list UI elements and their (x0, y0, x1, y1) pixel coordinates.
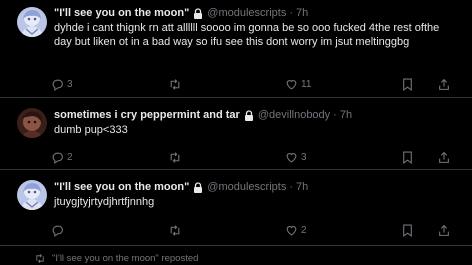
reply-button[interactable]: 2 (51, 149, 73, 165)
separator-dot: · (289, 181, 293, 193)
tweet-actions: 2 3 (0, 149, 472, 165)
tweet-actions: 3 11 (0, 76, 472, 92)
like-count: 2 (301, 224, 307, 236)
handle[interactable]: @devillnobody (258, 109, 330, 121)
dark-avatar-icon (17, 108, 47, 138)
reply-count: 3 (67, 78, 73, 90)
retweet-icon (34, 253, 46, 264)
share-button[interactable] (438, 76, 450, 92)
display-name[interactable]: "I'll see you on the moon" (54, 181, 189, 193)
repost-label: "I'll see you on the moon" reposted (52, 252, 199, 264)
separator-dot: · (333, 109, 337, 121)
tweet-text: dyhde i cant thignk rn att allllll soooo… (54, 22, 440, 48)
bookmark-icon (403, 78, 412, 91)
bookmark-button[interactable] (402, 76, 413, 92)
avatar[interactable] (17, 180, 47, 210)
timestamp[interactable]: 7h (296, 7, 308, 19)
like-count: 3 (301, 151, 307, 163)
tweet-text: jtuygjtyjrtydjhrtfjnnhg (54, 196, 155, 208)
tweet-header: "I'll see you on the moon" @modulescript… (54, 5, 308, 21)
share-button[interactable] (438, 222, 450, 238)
like-count: 11 (301, 78, 312, 90)
heart-icon (286, 225, 297, 235)
like-button[interactable]: 3 (285, 149, 307, 165)
tweet[interactable]: "I'll see you on the moon" @modulescript… (0, 0, 472, 98)
lock-icon (193, 181, 203, 193)
tweet[interactable]: sometimes i cry peppermint and tar @devi… (0, 98, 472, 170)
anime-avatar-icon (17, 180, 47, 210)
retweet-button[interactable] (168, 222, 185, 238)
display-name[interactable]: sometimes i cry peppermint and tar (54, 109, 240, 121)
lock-icon (193, 7, 203, 19)
timeline-feed: "I'll see you on the moon" @modulescript… (0, 0, 472, 265)
avatar[interactable] (17, 7, 47, 37)
lock-icon (244, 109, 254, 121)
reply-icon (52, 225, 63, 237)
reply-button[interactable]: 3 (51, 76, 73, 92)
retweet-button[interactable] (168, 149, 185, 165)
bookmark-button[interactable] (402, 222, 413, 238)
reply-button[interactable] (51, 222, 67, 238)
heart-icon (286, 152, 297, 162)
handle[interactable]: @modulescripts (207, 7, 286, 19)
separator-dot: · (289, 7, 293, 19)
timestamp[interactable]: 7h (296, 181, 308, 193)
share-button[interactable] (438, 149, 450, 165)
tweet-text: dumb pup<333 (54, 124, 128, 136)
avatar[interactable] (17, 108, 47, 138)
repost-indicator[interactable]: "I'll see you on the moon" reposted (34, 251, 198, 265)
bookmark-button[interactable] (402, 149, 413, 165)
tweet-actions: 2 (0, 222, 472, 238)
bookmark-icon (403, 224, 412, 237)
share-icon (439, 78, 449, 90)
timestamp[interactable]: 7h (340, 109, 352, 121)
display-name[interactable]: "I'll see you on the moon" (54, 7, 189, 19)
bookmark-icon (403, 151, 412, 164)
like-button[interactable]: 11 (285, 76, 311, 92)
retweet-icon (170, 78, 180, 90)
tweet[interactable]: "I'll see you on the moon" @modulescript… (0, 170, 472, 246)
retweet-button[interactable] (168, 76, 185, 92)
share-icon (439, 151, 449, 163)
handle[interactable]: @modulescripts (207, 181, 286, 193)
reply-icon (52, 152, 63, 164)
retweet-icon (170, 224, 180, 236)
retweet-icon (170, 151, 180, 163)
heart-icon (286, 79, 297, 89)
like-button[interactable]: 2 (285, 222, 307, 238)
tweet-header: "I'll see you on the moon" @modulescript… (54, 179, 308, 195)
share-icon (439, 224, 449, 236)
reply-count: 2 (67, 151, 73, 163)
reply-icon (52, 79, 63, 91)
tweet-header: sometimes i cry peppermint and tar @devi… (54, 107, 352, 123)
anime-avatar-icon (17, 7, 47, 37)
